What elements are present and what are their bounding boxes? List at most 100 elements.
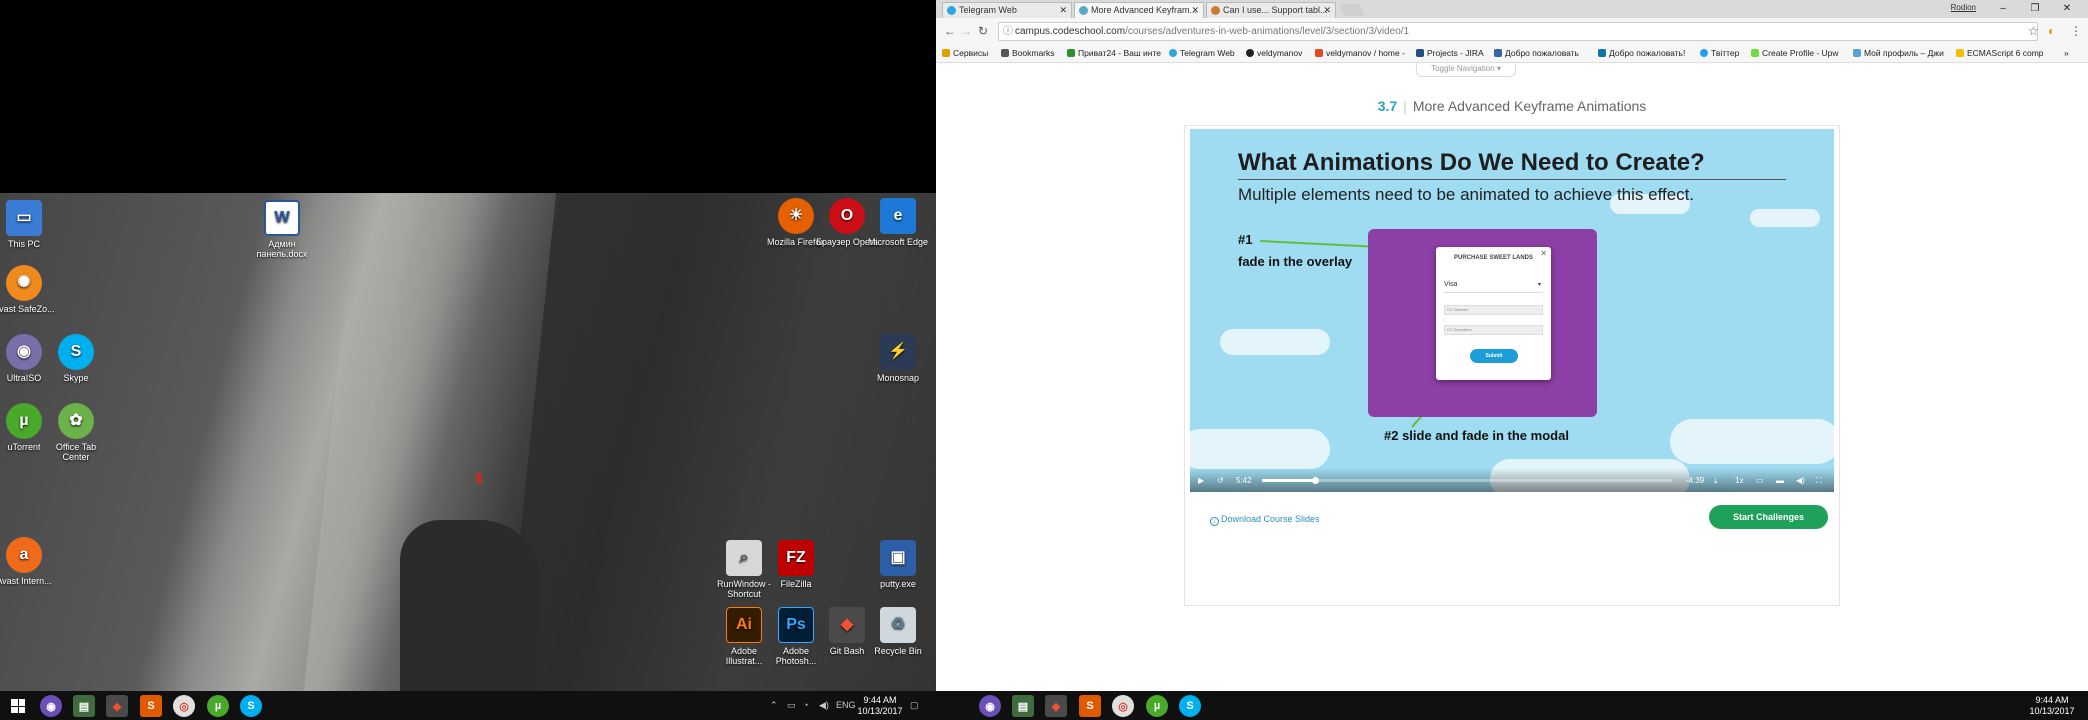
skype-taskbar-icon[interactable]: S <box>1179 695 1201 717</box>
clock-time: 9:44 AM <box>2035 695 2069 705</box>
skype-taskbar-icon[interactable]: S <box>240 695 262 717</box>
taskbar-app-icon[interactable]: ◉ <box>979 695 1001 717</box>
modal-select-value: Visa <box>1444 281 1458 288</box>
utorrent-taskbar-icon[interactable]: µ <box>207 695 229 717</box>
djinni-icon <box>1853 49 1861 57</box>
taskbar-app-icon[interactable]: ▤ <box>1012 695 1034 717</box>
start-challenges-button[interactable]: Start Challenges <box>1709 505 1828 529</box>
tray-volume-icon[interactable]: ◀) <box>819 700 829 711</box>
annotation-2: #2 slide and fade in the modal <box>1384 428 1569 443</box>
profile-name[interactable]: Rodion <box>1951 3 1976 12</box>
bookmark-item[interactable]: Добро пожаловать <box>1494 48 1579 58</box>
bookmark-label: veldymanov <box>1257 48 1303 58</box>
desktop-icon-recycle-bin[interactable]: ♻ Recycle Bin <box>866 607 930 656</box>
windows-start-icon[interactable] <box>11 699 25 713</box>
tab-telegram[interactable]: Telegram Web ✕ <box>942 2 1072 18</box>
time-remaining: -4:39 <box>1686 476 1705 485</box>
office-tab-icon: ✿ <box>58 403 94 439</box>
close-tab-icon[interactable]: ✕ <box>1191 5 1199 16</box>
bookmark-item[interactable]: Create Profile - Upw <box>1751 48 1839 58</box>
captions-icon[interactable]: ▭ <box>1756 476 1764 485</box>
close-window-button[interactable]: ✕ <box>2052 0 2082 18</box>
time-elapsed: 5:42 <box>1236 476 1252 485</box>
bookmark-star-icon[interactable]: ☆ <box>2028 24 2039 38</box>
desktop-icon-skype[interactable]: S Skype <box>44 334 108 383</box>
privat24-icon <box>1067 49 1075 57</box>
replay-icon[interactable]: ↺ <box>1217 476 1224 485</box>
bookmark-item[interactable]: veldymanov / home - <box>1315 48 1405 58</box>
sublime-taskbar-icon[interactable]: S <box>1079 695 1101 717</box>
desktop-icon-word-doc[interactable]: W Админ панель.docx <box>250 200 314 259</box>
reload-icon[interactable]: ↻ <box>978 24 988 38</box>
utorrent-taskbar-icon[interactable]: µ <box>1146 695 1168 717</box>
desktop-icon-avast[interactable]: a Avast Intern... <box>0 537 56 586</box>
git-bash-taskbar-icon[interactable]: ◆ <box>106 695 128 717</box>
desktop-icon-putty[interactable]: ▣ putty.exe <box>866 540 930 589</box>
sublime-taskbar-icon[interactable]: S <box>140 695 162 717</box>
tray-network-icon[interactable]: ▭ <box>787 700 796 711</box>
git-bash-taskbar-icon[interactable]: ◆ <box>1045 695 1067 717</box>
chrome-taskbar-icon[interactable]: ◎ <box>1112 695 1134 717</box>
desktop-icon-this-pc[interactable]: ▭ This PC <box>0 200 56 249</box>
desktop-icon-edge[interactable]: e Microsoft Edge <box>866 198 930 247</box>
playback-speed[interactable]: 1x <box>1735 476 1743 485</box>
tray-chevron-icon[interactable]: ⌃ <box>770 700 778 711</box>
theater-icon[interactable]: ▬ <box>1776 476 1784 485</box>
maximize-button[interactable]: ❐ <box>2020 0 2050 18</box>
menu-icon[interactable]: ⋮ <box>2070 24 2082 38</box>
volume-icon[interactable]: ◀) <box>1796 476 1805 485</box>
fullscreen-icon[interactable]: ⛶ <box>1816 476 1822 486</box>
video-controls: ▶ ↺ 5:42 -4:39 ⤓ 1x ▭ ▬ ◀) ⛶ <box>1190 468 1834 492</box>
download-circle-icon: ↓ <box>1210 517 1219 526</box>
bookmark-item[interactable]: veldymanov <box>1246 48 1302 58</box>
address-toolbar: ← → ↻ ⓘ campus.codeschool.com/courses/ad… <box>936 18 2088 45</box>
runwindow-icon: ⌕ <box>726 540 762 576</box>
putty-icon: ▣ <box>880 540 916 576</box>
tray-wifi-icon[interactable]: ◔ <box>803 700 808 710</box>
new-tab-button[interactable] <box>1339 4 1365 16</box>
close-tab-icon[interactable]: ✕ <box>1323 5 1331 16</box>
bookmarks-overflow-icon[interactable]: » <box>2064 48 2069 58</box>
taskbar-clock[interactable]: 9:44 AM 10/13/2017 <box>850 695 910 717</box>
bookmark-item[interactable]: Projects - JIRA <box>1416 48 1484 58</box>
desktop-icon-office-tab[interactable]: ✿ Office Tab Center <box>44 403 108 462</box>
bookmark-item[interactable]: Твіттер <box>1700 48 1739 58</box>
filezilla-icon: FZ <box>778 540 814 576</box>
video-progress-bar[interactable] <box>1262 477 1672 484</box>
action-center-icon[interactable]: ▢ <box>910 700 919 711</box>
back-icon[interactable]: ← <box>944 24 956 38</box>
extension-icon[interactable]: ◐ <box>2048 24 2055 38</box>
twitter-icon <box>1700 49 1708 57</box>
bookmark-item[interactable]: Добро пожаловать! <box>1598 48 1685 58</box>
video-player[interactable]: What Animations Do We Need to Create? Mu… <box>1190 129 1834 492</box>
chrome-taskbar-icon[interactable]: ◎ <box>173 695 195 717</box>
bookmark-item[interactable]: ECMAScript 6 comp <box>1956 48 2044 58</box>
bookmark-item[interactable]: Telegram Web <box>1169 48 1235 58</box>
taskbar-app-icon[interactable]: ▤ <box>73 695 95 717</box>
download-icon[interactable]: ⤓ <box>1714 476 1718 486</box>
download-slides-link[interactable]: ↓ Download Course Slides <box>1210 514 1320 526</box>
desktop-icon-filezilla[interactable]: FZ FileZilla <box>764 540 828 589</box>
bookmark-item[interactable]: Мой профиль – Джи <box>1853 48 1944 58</box>
word-doc-icon: W <box>264 200 300 236</box>
bookmark-item[interactable]: Приват24 - Ваш инте <box>1067 48 1161 58</box>
desktop-icon-monosnap[interactable]: ⚡ Monosnap <box>866 334 930 383</box>
lesson-title: More Advanced Keyframe Animations <box>1412 98 1647 114</box>
bookmark-apps[interactable]: Сервисы <box>942 48 988 58</box>
tab-caniuse[interactable]: Can I use... Support tabl... ✕ <box>1206 2 1336 18</box>
bookmark-folder[interactable]: Bookmarks <box>1001 48 1055 58</box>
taskbar-clock[interactable]: 9:44 AM 10/13/2017 <box>2022 695 2082 717</box>
taskbar-app-icon[interactable]: ◉ <box>40 695 62 717</box>
toggle-navigation-button[interactable]: Toggle Navigation ▾ <box>1416 63 1516 77</box>
info-icon[interactable]: ⓘ <box>1003 23 1013 40</box>
arrow-1 <box>1259 240 1381 248</box>
minimize-button[interactable]: – <box>1988 0 2018 18</box>
tab-codeschool[interactable]: More Advanced Keyfram... ✕ <box>1074 2 1204 18</box>
progress-handle[interactable] <box>1312 477 1320 484</box>
play-icon[interactable]: ▶ <box>1198 476 1204 485</box>
jira-icon <box>1416 49 1424 57</box>
address-bar[interactable]: ⓘ campus.codeschool.com/courses/adventur… <box>998 22 2038 41</box>
forward-icon[interactable]: → <box>960 24 972 38</box>
desktop-icon-avast-safezone[interactable]: ✺ Avast SafeZo... <box>0 265 56 314</box>
close-tab-icon[interactable]: ✕ <box>1059 5 1067 16</box>
